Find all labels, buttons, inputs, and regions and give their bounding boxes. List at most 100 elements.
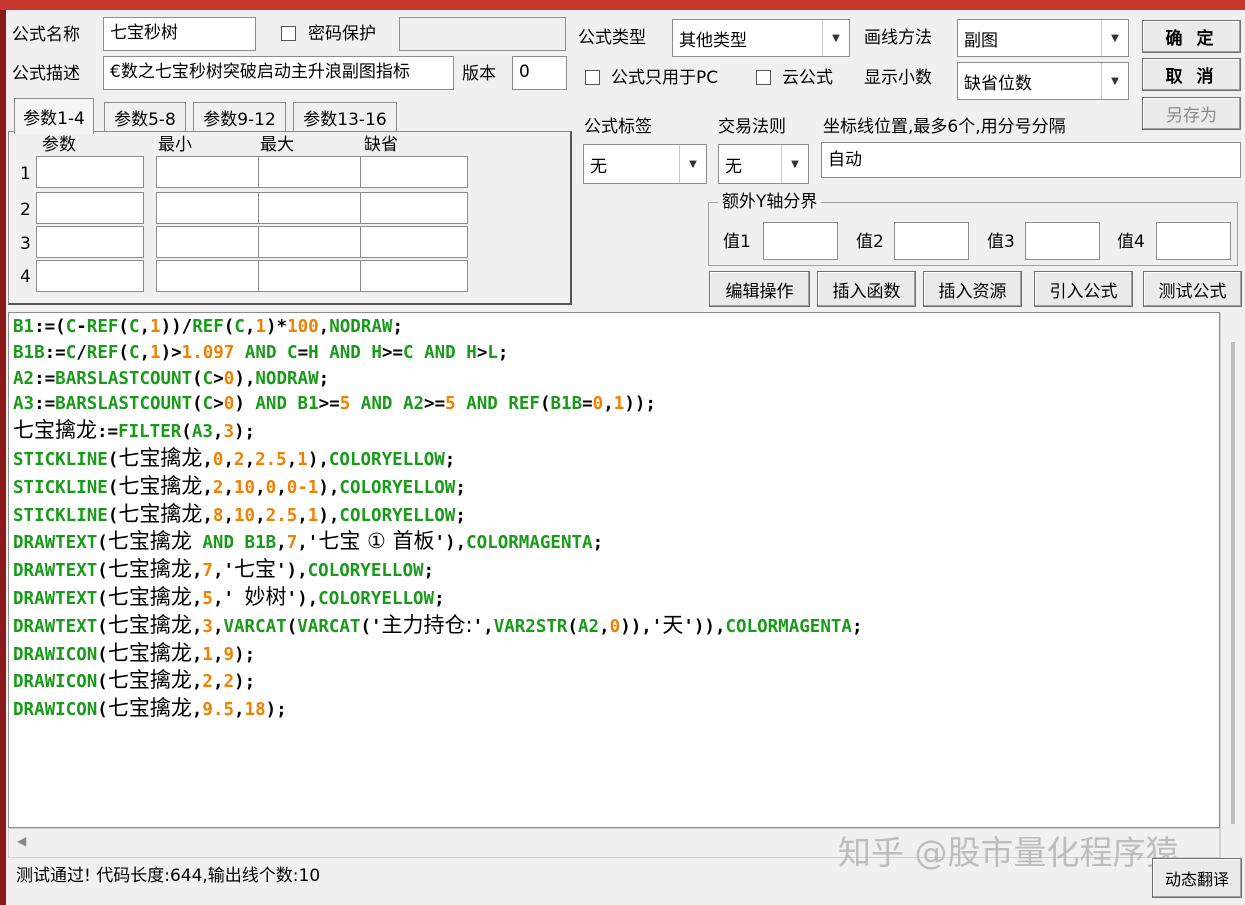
tab-params-9-12[interactable]: 参数9-12 [193,102,286,132]
draw-method-select[interactable]: 副图 ▼ [957,19,1129,57]
arrow-left-icon[interactable]: ◀ [17,834,26,848]
code-token: :=( [34,317,66,337]
param-min-input[interactable] [156,260,264,292]
pc-only-checkbox[interactable] [585,70,600,85]
tab-params-1-4[interactable]: 参数1-4 [14,98,94,134]
code-line[interactable]: 七宝擒龙:=FILTER(A3,3); [13,418,255,443]
code-line[interactable]: DRAWICON(七宝擒龙,9.5,18); [13,696,287,720]
value2-input[interactable] [894,222,969,260]
code-line[interactable]: B1B:=C/REF(C,1)>1.097 AND C=H AND H>=C A… [13,343,508,363]
param-max-input[interactable] [258,260,366,292]
code-line[interactable]: STICKLINE(七宝擒龙,8,10,2.5,1),COLORYELLOW; [13,502,466,526]
code-token: STICKLINE [13,449,108,470]
code-token: ; [444,449,456,470]
param-name-input[interactable] [36,260,144,292]
trade-rule-select[interactable]: 无 ▼ [718,144,809,184]
password-input[interactable] [399,17,566,51]
dynamic-translate-button[interactable]: 动态翻译 [1152,858,1242,898]
chevron-down-icon[interactable]: ▼ [822,20,849,56]
code-line[interactable]: B1:=(C-REF(C,1))/REF(C,1)*100,NODRAW; [13,317,403,337]
chevron-down-icon[interactable]: ▼ [679,145,706,183]
edit-operations-button[interactable]: 编辑操作 [709,271,810,307]
value3-input[interactable] [1025,222,1100,260]
param-default-input[interactable] [360,192,468,224]
code-token: A2 [402,394,425,415]
param-default-input[interactable] [360,156,468,188]
formula-tag-select[interactable]: 无 ▼ [583,144,707,184]
code-line[interactable]: DRAWTEXT(七宝擒龙,3,VARCAT(VARCAT('主力持仓:',VA… [13,613,862,637]
code-token: C [65,317,77,337]
value3-label: 值3 [987,232,1015,252]
code-token: 10 [234,477,256,498]
code-editor[interactable]: B1:=(C-REF(C,1))/REF(C,1)*100,NODRAW; B1… [8,312,1220,828]
code-line[interactable]: DRAWTEXT(七宝擒龙 AND B1B,7,'七宝 ① 首板'),COLOR… [13,529,603,554]
code-token: = [297,342,309,363]
param-min-input[interactable] [156,192,264,224]
code-token: 10 [234,505,256,526]
code-token: := [97,422,119,443]
password-checkbox[interactable] [281,26,296,41]
param-default-input[interactable] [360,226,468,258]
code-line[interactable]: A2:=BARSLASTCOUNT(C>0),NODRAW; [13,369,329,389]
code-token: BARSLASTCOUNT [55,394,193,415]
param-name-input[interactable] [36,156,144,188]
code-token: ), [318,477,340,498]
decimals-label: 显示小数 [864,68,932,88]
param-max-input[interactable] [258,226,366,258]
param-name-input[interactable] [36,226,144,258]
formula-desc-input[interactable]: €数之七宝秒树突破启动主升浪副图指标 [103,56,454,90]
tab-params-5-8[interactable]: 参数5-8 [104,102,186,132]
code-text[interactable]: B1:=(C-REF(C,1))/REF(C,1)*100,NODRAW; B1… [13,315,862,724]
code-token: 七宝 [234,557,277,582]
tab-params-13-16[interactable]: 参数13-16 [293,102,397,132]
code-token: , [202,449,213,470]
code-token: >= [381,342,404,363]
test-formula-button[interactable]: 测试公式 [1143,271,1242,307]
code-token: (' [360,616,382,637]
code-token: 七宝擒龙 [107,557,192,582]
value4-input[interactable] [1156,222,1231,260]
code-token: ; [392,317,403,337]
formula-type-select[interactable]: 其他类型 ▼ [672,19,850,57]
param-min-input[interactable] [156,226,264,258]
value1-input[interactable] [763,222,838,260]
axis-position-input[interactable]: 自动 [821,142,1241,178]
code-token: 七宝擒龙 [107,529,192,554]
cancel-button[interactable]: 取 消 [1142,58,1241,91]
code-token: := [34,394,56,415]
trade-rule-label: 交易法则 [718,117,786,137]
version-label: 版本 [462,64,496,84]
param-default-input[interactable] [360,260,468,292]
version-input[interactable]: 0 [512,56,567,90]
cloud-checkbox[interactable] [756,70,771,85]
code-line[interactable]: A3:=BARSLASTCOUNT(C>0) AND B1>=5 AND A2>… [13,394,656,414]
param-name-input[interactable] [36,192,144,224]
code-token: ; [497,342,509,363]
chevron-down-icon[interactable]: ▼ [1101,63,1128,99]
code-line[interactable]: DRAWTEXT(七宝擒龙,5,' 妙树'),COLORYELLOW; [13,585,445,609]
code-line[interactable]: DRAWICON(七宝擒龙,1,9); [13,641,255,665]
save-as-button[interactable]: 另存为 [1142,97,1241,130]
param-min-input[interactable] [156,156,264,188]
chevron-down-icon[interactable]: ▼ [781,145,808,183]
code-line[interactable]: STICKLINE(七宝擒龙,0,2,2.5,1),COLORYELLOW; [13,446,456,470]
vertical-scrollbar-thumb[interactable] [1231,342,1235,824]
param-max-input[interactable] [258,192,366,224]
code-line[interactable]: STICKLINE(七宝擒龙,2,10,0,0-1),COLORYELLOW; [13,474,466,498]
param-row-number: 3 [20,234,31,254]
code-token: ( [97,533,108,554]
chevron-down-icon[interactable]: ▼ [1101,20,1128,56]
code-line[interactable]: DRAWICON(七宝擒龙,2,2); [13,668,255,692]
import-formula-button[interactable]: 引入公式 [1034,271,1133,307]
insert-function-button[interactable]: 插入函数 [817,271,916,307]
code-line[interactable]: DRAWTEXT(七宝擒龙,7,'七宝'),COLORYELLOW; [13,557,434,581]
insert-resource-button[interactable]: 插入资源 [923,271,1022,307]
code-token: , [255,477,266,498]
code-token: 七宝擒龙 [107,640,192,665]
ok-button[interactable]: 确 定 [1142,20,1241,53]
decimals-select[interactable]: 缺省位数 ▼ [957,62,1129,100]
param-max-input[interactable] [258,156,366,188]
formula-name-input[interactable]: 七宝秒树 [103,17,256,51]
code-token: , [139,342,151,363]
